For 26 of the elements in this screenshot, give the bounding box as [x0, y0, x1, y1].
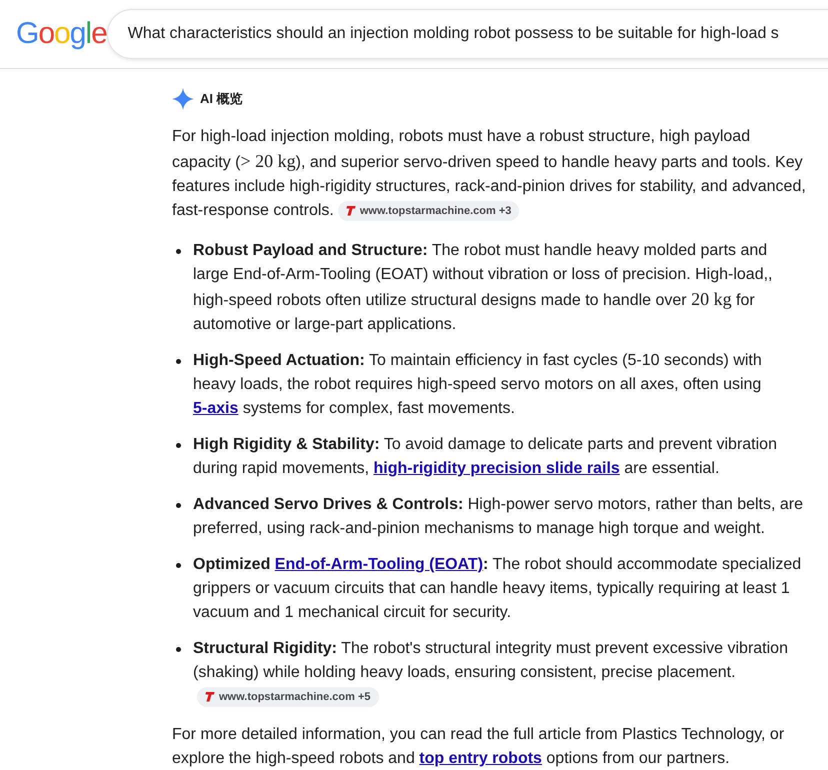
ai-overview-label: AI 概览 [200, 90, 243, 108]
text-link[interactable]: End-of-Arm-Tooling (EOAT) [274, 556, 484, 573]
intro-paragraph: For high-load injection molding, robots must have a robust structure, high payload capacity (> 20 kg), and superior servo-driven speed to handle heavy parts and tools. Key features include high-rigidity structures, rack-and-pinion drives for stability, and advanced, fast-response controls. www.topstarmachine.com +3 [172, 127, 807, 223]
search-field[interactable]: What characteristics should an injection molding robot possess to be suitable for high-load s [106, 9, 828, 59]
bullet-icon [176, 359, 181, 364]
text-link[interactable]: high-rigidity precision slide rails [374, 460, 620, 477]
bullet-paragraph: Optimized End-of-Arm-Tooling (EOAT): The robot should accommodate specialized grippers or vacuum circuits that can handle heavy items, typically requiring at least 1 vacuum and 1 mechanical circuit for security. [193, 555, 802, 623]
bullet-paragraph: High Rigidity & Stability: To avoid damage to delicate parts and prevent vibration during rapid movements, high-rigidity precision slide rails are essential. [193, 435, 778, 479]
bullet-icon [176, 503, 181, 508]
source-chip[interactable]: www.topstarmachine.com +5 [197, 686, 378, 707]
bullet-paragraph: Robust Payload and Structure: The robot must handle heavy molded parts and large End-of-Arm-Tooling (EOAT) without vibration or loss of precision. High-load,, high-speed robots often utilize structural designs made to handle over 20 kg for automotive or large-part applications. [193, 241, 774, 335]
bullet-icon [176, 647, 181, 652]
bullet-icon [176, 563, 181, 568]
letter-logo-icon [205, 691, 215, 702]
bullet-paragraph: High-Speed Actuation: To maintain efficiency in fast cycles (5-10 seconds) with heavy loads, the robot requires high-speed servo motors on all axes, often using 5-axis systems for complex, fast movements. [193, 351, 763, 419]
bullet-icon [176, 443, 181, 448]
text-link[interactable]: top entry robots [419, 750, 542, 767]
outro-paragraph: For more detailed information, you can read the full article from Plastics Technology, or explore the high-speed robots and top entry robots options from our partners. [172, 725, 786, 769]
google-logo[interactable]: Google [16, 19, 107, 49]
letter-logo-icon [346, 205, 356, 216]
source-chip[interactable]: www.topstarmachine.com +3 [338, 200, 520, 221]
text-link[interactable]: 5-axis [193, 400, 238, 417]
bullet-paragraph: Structural Rigidity: The robot's structural integrity must prevent excessive vibration (shaking) while holding heavy loads, ensuring consistent, precise placement. www.topstarmachine.com +5 [193, 637, 805, 709]
sparkle-icon [172, 88, 194, 110]
bullet-icon [176, 249, 181, 254]
bullet-paragraph: Advanced Servo Drives & Controls: High-power servo motors, rather than belts, are preferred, using rack-and-pinion mechanisms to manage high torque and weight. [193, 495, 804, 539]
